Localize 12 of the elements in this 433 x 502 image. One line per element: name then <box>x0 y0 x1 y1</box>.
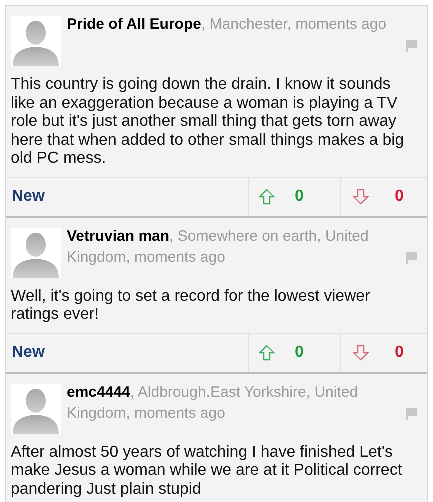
comment-text: After almost 50 years of watching I have finished Let's make Jesus a woman while we are at it Political correct pandering Just plain stupid <box>10 442 404 500</box>
upvote-count: 0 <box>295 188 304 206</box>
status-label: New <box>12 188 45 206</box>
comment-byline: emc4444, Aldbrough.East Yorkshire, United Kingdom, moments ago <box>67 382 360 424</box>
status-label: New <box>12 344 45 362</box>
upvote-count: 0 <box>295 344 304 362</box>
downvote-count: 0 <box>395 188 404 206</box>
comment-text: This country is going down the drain. I know it sounds like an exaggeration because a woman is playing a TV role but it's just another small thing that gets torn away here that when added to other small things makes a big old PC mess. <box>10 75 406 169</box>
downvote-count: 0 <box>395 344 404 362</box>
comment-text: Well, it's going to set a record for the lowest viewer ratings ever! <box>10 286 372 325</box>
comment-byline: Pride of All Europe, Manchester, moments ago <box>67 15 388 35</box>
comment-byline: Vetruvian man, Somewhere on earth, United Kingdom, moments ago <box>67 226 370 268</box>
